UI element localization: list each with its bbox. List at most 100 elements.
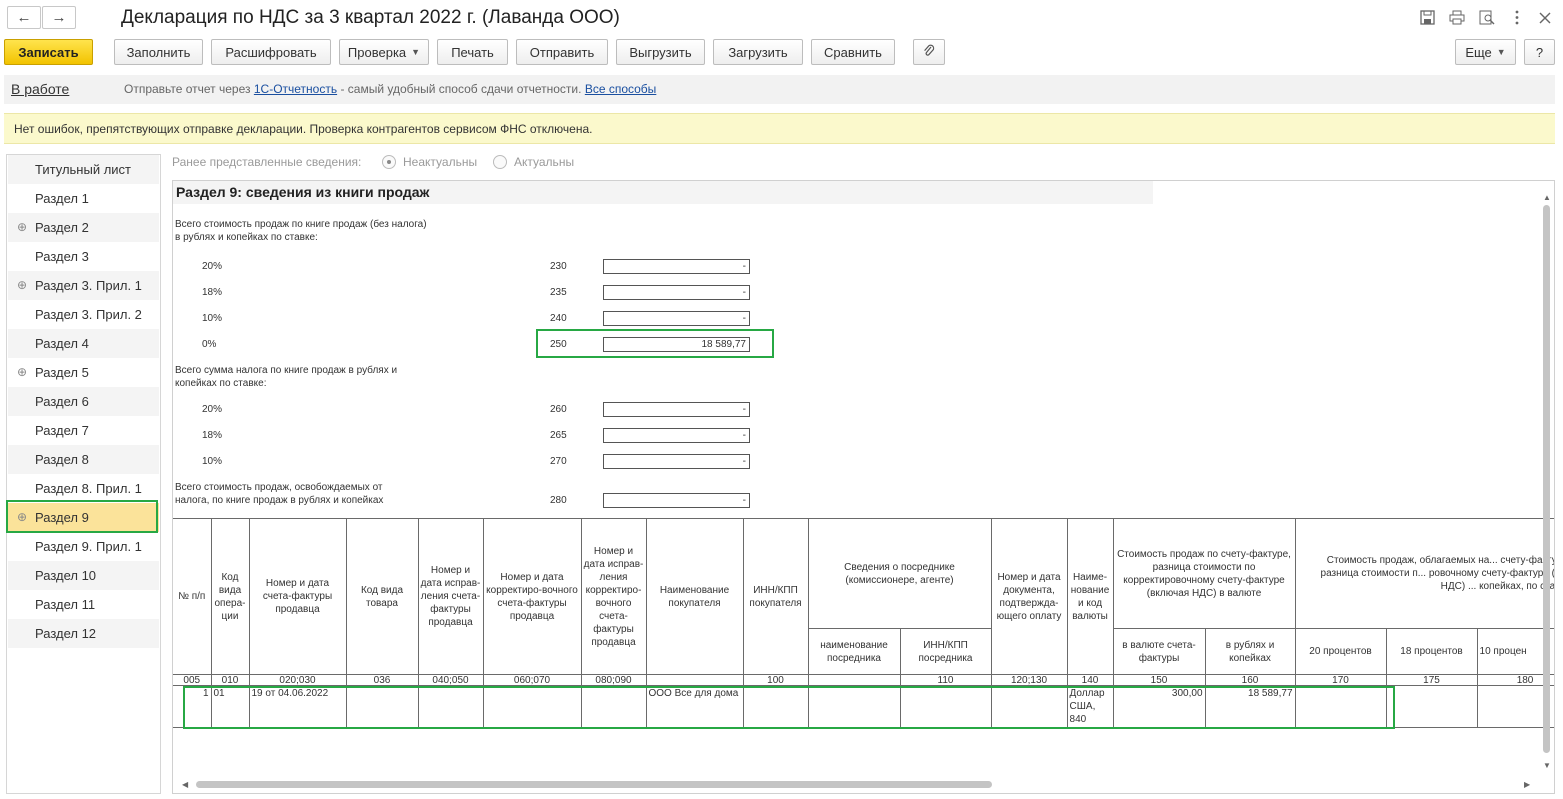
sidebar-item[interactable]: ⊕ Раздел 3. Прил. 1 [8, 271, 159, 300]
scroll-up-icon[interactable]: ▲ [1543, 193, 1551, 202]
horizontal-scrollbar[interactable]: ◀ ▶ [180, 778, 1540, 791]
decode-button[interactable]: Расшифровать [211, 39, 331, 65]
row-cost-rub: 18 589,77 [1204, 685, 1296, 728]
line-code: 265 [550, 430, 567, 441]
line-value-field[interactable]: - [603, 454, 750, 469]
print-button[interactable]: Печать [437, 39, 508, 65]
line-rate: 18% [202, 430, 223, 441]
sidebar-item[interactable]: Раздел 9. Прил. 1 [8, 532, 159, 561]
line-value-field[interactable]: - [603, 259, 750, 274]
help-button[interactable]: ? [1524, 39, 1555, 65]
check-notice: Нет ошибок, препятствующих отправке декл… [4, 113, 1555, 144]
more-dropdown-button[interactable]: Еще ▼ [1455, 39, 1516, 65]
row-corr-invoice [417, 685, 484, 728]
sidebar-item[interactable]: Раздел 6 [8, 387, 159, 416]
sidebar-item[interactable]: ⊕ Раздел 2 [8, 213, 159, 242]
send-button[interactable]: Отправить [516, 39, 608, 65]
expand-icon[interactable]: ⊕ [17, 358, 27, 387]
radio-actual[interactable] [493, 155, 507, 169]
fill-button[interactable]: Заполнить [114, 39, 203, 65]
sidebar-item[interactable]: Раздел 3. Прил. 2 [8, 300, 159, 329]
expand-icon[interactable]: ⊕ [17, 271, 27, 300]
line-value-field[interactable]: - [603, 428, 750, 443]
row-rate-20 [1294, 685, 1387, 728]
check-dropdown-button[interactable]: Проверка ▼ [339, 39, 429, 65]
vertical-scrollbar[interactable]: ▲ ▼ [1540, 193, 1553, 770]
header-payment-doc: Номер и дата документа, подтвержда-ющего… [990, 518, 1068, 675]
tax-group-label-2: копейках по ставке: [175, 378, 267, 389]
arrow-right-icon: → [51, 9, 67, 26]
line-rate: 20% [202, 404, 223, 415]
expand-icon[interactable]: ⊕ [17, 503, 27, 532]
close-icon[interactable] [1536, 9, 1554, 26]
sidebar-item[interactable]: Раздел 7 [8, 416, 159, 445]
sidebar-item[interactable]: Раздел 1 [8, 184, 159, 213]
sidebar-item[interactable]: Раздел 12 [8, 619, 159, 648]
column-code [645, 674, 744, 686]
scroll-left-icon[interactable]: ◀ [182, 780, 188, 789]
vertical-scroll-thumb[interactable] [1543, 205, 1550, 753]
print-icon[interactable] [1448, 9, 1466, 26]
column-code: 020;030 [248, 674, 347, 686]
header-num: № п/п [173, 518, 212, 675]
line-rate: 18% [202, 287, 223, 298]
sales-book-table: № п/п Код вида опера-ции Номер и дата сч… [173, 518, 1554, 728]
scroll-down-icon[interactable]: ▼ [1543, 761, 1551, 770]
header-corr-adj-invoice: Номер и дата исправ-ления корректиро-воч… [580, 518, 647, 675]
attach-button[interactable] [913, 39, 945, 65]
sidebar-item[interactable]: Раздел 8 [8, 445, 159, 474]
header-agent-inn: ИНН/КПП посредника [899, 628, 992, 675]
expand-icon[interactable]: ⊕ [17, 213, 27, 242]
line-value-field[interactable]: - [603, 402, 750, 417]
line-value-field[interactable]: 18 589,77 [603, 337, 750, 352]
1c-reporting-link[interactable]: 1С-Отчетность [254, 82, 337, 96]
header-agent-name: наименование посредника [807, 628, 901, 675]
sidebar-item-label: Раздел 9 [35, 510, 89, 525]
scroll-right-icon[interactable]: ▶ [1524, 780, 1530, 789]
line-value-field[interactable]: - [603, 285, 750, 300]
header-cost-invoice-currency: в валюте счета-фактуры [1112, 628, 1206, 675]
sidebar-item[interactable]: ⊕ Раздел 5 [8, 358, 159, 387]
radio-not-actual[interactable] [382, 155, 396, 169]
save-icon[interactable] [1418, 9, 1436, 26]
sidebar-item-label: Раздел 1 [35, 191, 89, 206]
header-rate-20: 20 процентов [1294, 628, 1387, 675]
exempt-label-2: налога, по книге продаж в рублях и копей… [175, 495, 384, 506]
row-rate-18 [1385, 685, 1478, 728]
compare-button[interactable]: Сравнить [811, 39, 895, 65]
section-title: Раздел 9: сведения из книги продаж [173, 181, 1153, 204]
horizontal-scroll-thumb[interactable] [196, 781, 992, 788]
back-button[interactable]: ← [7, 6, 41, 29]
sidebar-item[interactable]: Раздел 4 [8, 329, 159, 358]
sidebar-item[interactable]: Раздел 8. Прил. 1 [8, 474, 159, 503]
sidebar-item-label: Раздел 2 [35, 220, 89, 235]
column-code: 040;050 [417, 674, 484, 686]
all-methods-link[interactable]: Все способы [585, 82, 657, 96]
sidebar-item-label: Раздел 6 [35, 394, 89, 409]
line-code: 260 [550, 404, 567, 415]
preview-icon[interactable] [1478, 9, 1496, 26]
sidebar-item-label: Раздел 8 [35, 452, 89, 467]
column-code: 010 [210, 674, 250, 686]
import-button[interactable]: Загрузить [713, 39, 803, 65]
line-value-field[interactable]: - [603, 311, 750, 326]
save-button[interactable]: Записать [4, 39, 93, 65]
line-value-field[interactable]: - [603, 493, 750, 508]
row-op-code: 01 [210, 685, 250, 728]
header-cost-rub: в рублях и копейках [1204, 628, 1296, 675]
sidebar-item[interactable]: Раздел 3 [8, 242, 159, 271]
sidebar-item[interactable]: Раздел 10 [8, 561, 159, 590]
more-vertical-icon[interactable] [1508, 9, 1526, 26]
sidebar-item[interactable]: ⊕ Раздел 9 [8, 503, 159, 532]
row-currency: Доллар США, 840 [1066, 685, 1114, 728]
forward-button[interactable]: → [42, 6, 76, 29]
sidebar-item[interactable]: Раздел 11 [8, 590, 159, 619]
export-button[interactable]: Выгрузить [616, 39, 705, 65]
report-state-link[interactable]: В работе [11, 81, 69, 97]
column-code: 060;070 [482, 674, 582, 686]
radio-not-actual-label: Неактуальны [403, 155, 478, 169]
sidebar-item[interactable]: Титульный лист [8, 155, 159, 184]
sections-list: Титульный лист Раздел 1 ⊕ Раздел 2 Раздел 3 ⊕… [6, 154, 161, 794]
line-rate: 20% [202, 261, 223, 272]
row-buyer-inn [742, 685, 809, 728]
